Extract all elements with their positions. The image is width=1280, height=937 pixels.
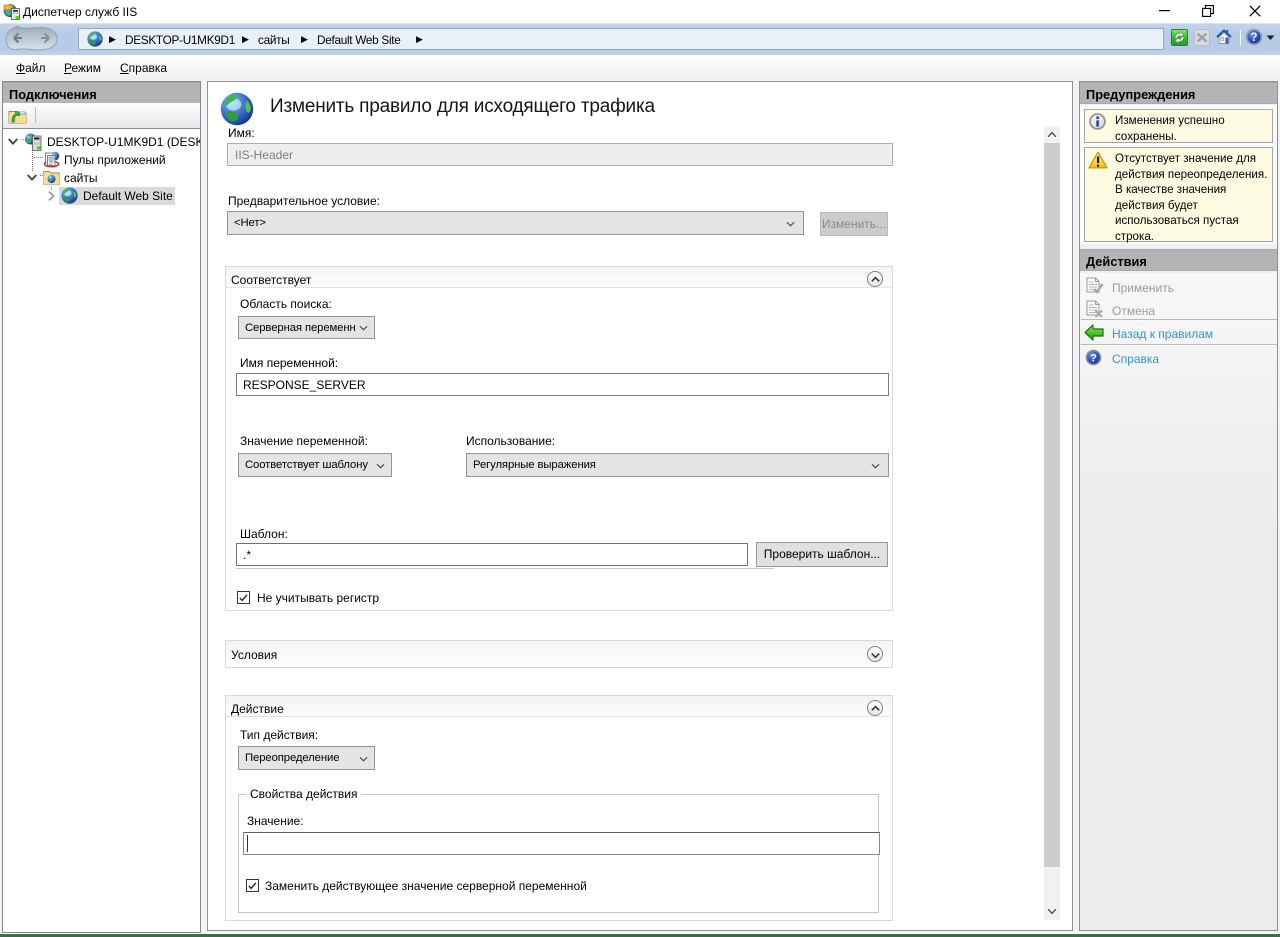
- svg-text:?: ?: [1090, 353, 1097, 365]
- svg-text:?: ?: [1250, 32, 1257, 44]
